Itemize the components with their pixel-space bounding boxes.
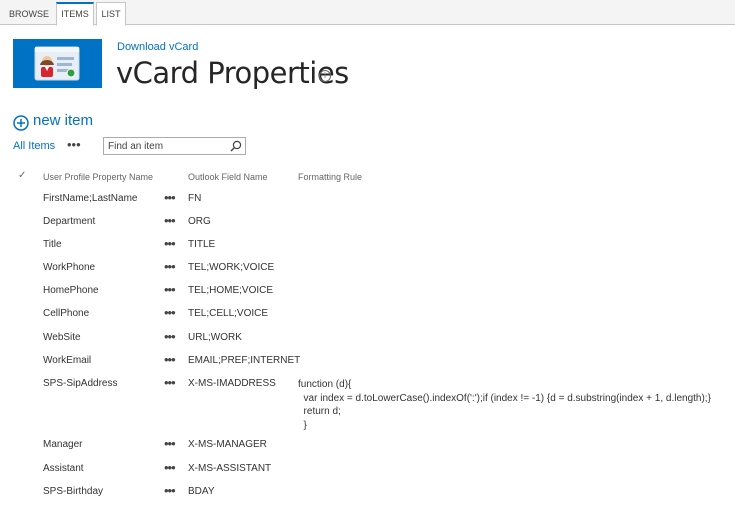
cell-formatting-rule: function (d){ var index = d.toLowerCase(… bbox=[298, 379, 711, 431]
item-menu-ellipsis-icon[interactable]: ••• bbox=[164, 236, 176, 251]
table-row[interactable]: SPS-Birthday ••• BDAY bbox=[0, 483, 735, 509]
table-row[interactable]: SPS-SipAddress ••• X-MS-IMADDRESS function … bbox=[0, 375, 735, 431]
cell-property-name[interactable]: SPS-SipAddress bbox=[43, 378, 117, 389]
cell-outlook-field: X-MS-MANAGER bbox=[188, 439, 267, 450]
ribbon: BROWSE ITEMS LIST bbox=[0, 0, 735, 26]
cell-property-name[interactable]: Department bbox=[43, 216, 95, 227]
column-header-field[interactable]: Outlook Field Name bbox=[188, 172, 268, 182]
cell-property-name[interactable]: WorkPhone bbox=[43, 262, 95, 273]
cell-outlook-field: EMAIL;PREF;INTERNET bbox=[188, 355, 301, 366]
cell-property-name[interactable]: Assistant bbox=[43, 463, 84, 474]
table-row[interactable]: CellPhone ••• TEL;CELL;VOICE bbox=[0, 305, 735, 331]
tab-items[interactable]: ITEMS bbox=[56, 2, 94, 26]
search-box bbox=[103, 137, 246, 155]
plus-circle-icon bbox=[13, 115, 29, 131]
tab-list[interactable]: LIST bbox=[96, 2, 126, 26]
item-menu-ellipsis-icon[interactable]: ••• bbox=[164, 190, 176, 205]
cell-property-name[interactable]: CellPhone bbox=[43, 308, 89, 319]
column-header-property[interactable]: User Profile Property Name bbox=[43, 172, 153, 182]
select-all-check-icon[interactable]: ✓ bbox=[18, 170, 26, 181]
more-views-ellipsis-icon[interactable]: ••• bbox=[67, 137, 81, 152]
info-icon[interactable]: i bbox=[319, 70, 331, 82]
table-row[interactable]: Assistant ••• X-MS-ASSISTANT bbox=[0, 460, 735, 486]
cell-property-name[interactable]: HomePhone bbox=[43, 285, 99, 296]
cell-outlook-field: FN bbox=[188, 193, 202, 204]
cell-outlook-field: ORG bbox=[188, 216, 211, 227]
cell-property-name[interactable]: Manager bbox=[43, 439, 82, 450]
item-menu-ellipsis-icon[interactable]: ••• bbox=[164, 282, 176, 297]
cell-outlook-field: TEL;CELL;VOICE bbox=[188, 308, 269, 319]
cell-property-name[interactable]: SPS-Birthday bbox=[43, 486, 103, 497]
item-menu-ellipsis-icon[interactable]: ••• bbox=[164, 213, 176, 228]
item-menu-ellipsis-icon[interactable]: ••• bbox=[164, 460, 176, 475]
cell-outlook-field: URL;WORK bbox=[188, 332, 242, 343]
table-row[interactable]: WebSite ••• URL;WORK bbox=[0, 329, 735, 355]
cell-property-name[interactable]: WorkEmail bbox=[43, 355, 91, 366]
vcard-logo-icon bbox=[13, 39, 102, 88]
download-vcard-link[interactable]: Download vCard bbox=[117, 41, 198, 53]
table-row[interactable]: Manager ••• X-MS-MANAGER bbox=[0, 436, 735, 462]
item-menu-ellipsis-icon[interactable]: ••• bbox=[164, 305, 176, 320]
table-row[interactable]: HomePhone ••• TEL;HOME;VOICE bbox=[0, 282, 735, 308]
new-item-label: new item bbox=[33, 112, 94, 129]
cell-property-name[interactable]: FirstName;LastName bbox=[43, 193, 137, 204]
search-input[interactable] bbox=[104, 138, 228, 154]
item-menu-ellipsis-icon[interactable]: ••• bbox=[164, 259, 176, 274]
item-menu-ellipsis-icon[interactable]: ••• bbox=[164, 375, 176, 390]
cell-outlook-field: TITLE bbox=[188, 239, 216, 250]
table-row[interactable]: WorkPhone ••• TEL;WORK;VOICE bbox=[0, 259, 735, 285]
table-row[interactable]: Department ••• ORG bbox=[0, 213, 735, 239]
table-row[interactable]: WorkEmail ••• EMAIL;PREF;INTERNET bbox=[0, 352, 735, 378]
view-selector-all-items[interactable]: All Items bbox=[13, 140, 55, 152]
table-row[interactable]: FirstName;LastName ••• FN bbox=[0, 190, 735, 216]
cell-outlook-field: BDAY bbox=[188, 486, 215, 497]
item-menu-ellipsis-icon[interactable]: ••• bbox=[164, 483, 176, 498]
cell-outlook-field: X-MS-ASSISTANT bbox=[188, 463, 272, 474]
item-menu-ellipsis-icon[interactable]: ••• bbox=[164, 329, 176, 344]
column-header-rule[interactable]: Formatting Rule bbox=[298, 172, 362, 182]
table-row[interactable]: Title ••• TITLE bbox=[0, 236, 735, 262]
page-title: vCard Properties bbox=[116, 56, 349, 90]
cell-property-name[interactable]: WebSite bbox=[43, 332, 81, 343]
item-menu-ellipsis-icon[interactable]: ••• bbox=[164, 352, 176, 367]
tab-browse[interactable]: BROWSE bbox=[6, 2, 52, 25]
cell-outlook-field: TEL;WORK;VOICE bbox=[188, 262, 275, 273]
search-icon[interactable] bbox=[230, 140, 242, 152]
cell-property-name[interactable]: Title bbox=[43, 239, 62, 250]
item-menu-ellipsis-icon[interactable]: ••• bbox=[164, 436, 176, 451]
cell-outlook-field: TEL;HOME;VOICE bbox=[188, 285, 274, 296]
cell-outlook-field: X-MS-IMADDRESS bbox=[188, 378, 276, 389]
